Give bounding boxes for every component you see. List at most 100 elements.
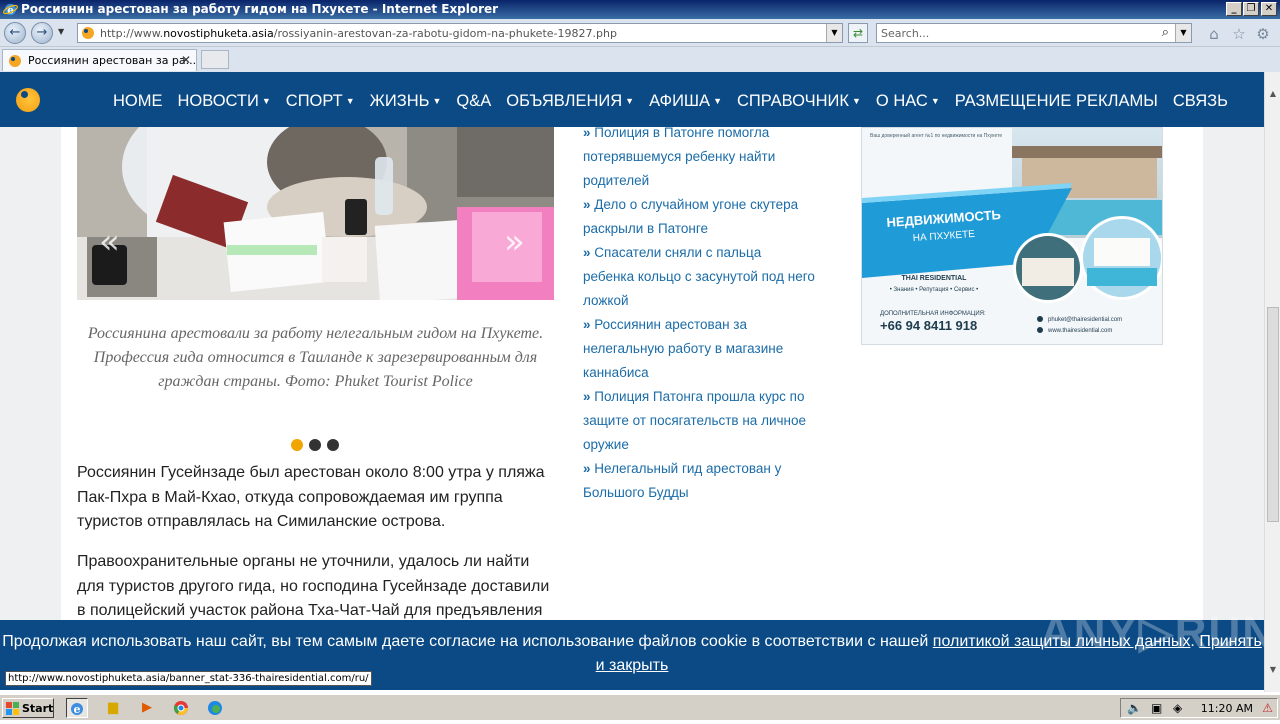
chevron-down-icon: ▼ — [930, 96, 940, 106]
window-title-bar: e Россиянин арестован за работу гидом на… — [0, 0, 1280, 19]
chevron-down-icon: ▼ — [432, 96, 442, 106]
nav-item-6[interactable]: АФИША ▼ — [649, 92, 722, 111]
site-logo[interactable] — [16, 88, 40, 112]
clock: 11:20 AM — [1200, 702, 1253, 715]
ad-banner[interactable]: НЕДВИЖИМОСТЬ НА ПХУКЕТЕ Ваш доверенный а… — [861, 127, 1163, 345]
scrollbar-thumb[interactable] — [1267, 307, 1279, 522]
nav-item-7[interactable]: СПРАВОЧНИК ▼ — [737, 92, 861, 111]
start-button[interactable]: Start — [2, 698, 54, 718]
nav-item-label: HOME — [113, 92, 163, 110]
chevron-down-icon: ▼ — [625, 96, 635, 106]
related-link[interactable]: Полиция Патонга прошла курс по защите от… — [583, 385, 815, 457]
nav-item-label: РАЗМЕЩЕНИЕ РЕКЛАМЫ — [954, 92, 1158, 110]
nav-item-5[interactable]: ОБЪЯВЛЕНИЯ ▼ — [506, 92, 634, 111]
nav-item-label: НОВОСТИ — [177, 92, 259, 110]
related-link[interactable]: Нелегальный гид арестован у Большого Буд… — [583, 457, 815, 505]
site-favicon — [82, 27, 94, 39]
taskbar-media-player-icon[interactable]: ▶ — [136, 698, 158, 718]
volume-icon[interactable]: 🔈 — [1127, 701, 1142, 715]
photo-illustration — [77, 127, 554, 300]
refresh-icon: ⇄ — [852, 26, 864, 40]
security-icon[interactable]: ◈ — [1173, 701, 1182, 715]
nav-item-label: Q&A — [456, 92, 492, 110]
chevron-down-icon: ▼ — [713, 96, 722, 106]
close-window-button[interactable]: ✕ — [1261, 2, 1277, 16]
photo-caption: Россиянина арестовали за работу нелегаль… — [87, 325, 544, 390]
back-button[interactable]: ← — [4, 22, 26, 44]
chevron-down-icon: ▼ — [851, 96, 861, 106]
svg-text:phuket@thairesidential.com: phuket@thairesidential.com — [1048, 317, 1122, 323]
taskbar-chrome-icon[interactable] — [170, 698, 192, 718]
nav-item-label: АФИША — [649, 92, 711, 110]
minimize-button[interactable]: _ — [1226, 2, 1242, 16]
windows-logo-icon — [6, 702, 19, 715]
start-label: Start — [22, 702, 54, 715]
address-dropdown-icon[interactable]: ▼ — [826, 24, 842, 42]
search-placeholder: Search... — [881, 27, 930, 40]
address-bar[interactable]: http://www.novostiphuketa.asia/rossiyani… — [77, 23, 843, 43]
taskbar-edge-icon[interactable] — [204, 698, 226, 718]
tab-label: Россиянин арестован за ра... — [28, 54, 197, 67]
history-dropdown-icon[interactable]: ▼ — [58, 27, 64, 36]
nav-item-label: СПРАВОЧНИК — [736, 92, 849, 110]
search-icon[interactable]: ⌕ — [1162, 25, 1169, 40]
svg-text:+66 94 8411 918: +66 94 8411 918 — [880, 318, 977, 333]
nav-item-2[interactable]: СПОРТ ▼ — [286, 92, 355, 111]
nav-item-label: ЖИЗНЬ — [369, 92, 430, 110]
tab-active[interactable]: Россиянин арестован за ра... ✕ — [2, 49, 197, 71]
tab-close-icon[interactable]: ✕ — [181, 53, 191, 67]
nav-item-3[interactable]: ЖИЗНЬ ▼ — [370, 92, 442, 111]
taskbar-ie-icon[interactable]: e — [66, 698, 88, 718]
home-icon[interactable]: ⌂ — [1205, 25, 1223, 43]
status-url: http://www.novostiphuketa.asia/banner_st… — [5, 671, 372, 686]
main-menu: HOME НОВОСТИ ▼ СПОРТ ▼ ЖИЗНЬ ▼ Q&A ОБЪЯВЛЕНИЯ ▼ АФ… — [113, 91, 1243, 111]
back-arrow-icon: ← — [9, 25, 21, 40]
forward-arrow-icon: → — [36, 25, 48, 40]
favorites-star-icon[interactable]: ☆ — [1230, 25, 1248, 43]
system-tray: 🔈 ▣ ◈ 11:20 AM ⚠ — [1120, 698, 1278, 718]
nav-item-label: СПОРТ — [285, 92, 343, 110]
vertical-scrollbar[interactable]: ▲ ▼ — [1264, 72, 1280, 692]
scroll-up-icon[interactable]: ▲ — [1265, 86, 1280, 102]
svg-text:Ваш доверенный агент №1 по нед: Ваш доверенный агент №1 по недвижимости … — [870, 132, 1002, 139]
new-tab-button[interactable] — [201, 50, 229, 69]
related-link[interactable]: Россиянин арестован за нелегальную работ… — [583, 313, 815, 385]
svg-text:• Знания • Репутация • Сервис: • Знания • Репутация • Сервис • — [890, 287, 979, 293]
browser-toolbar: ← → ▼ http://www.novostiphuketa.asia/ros… — [0, 19, 1280, 47]
slider-prev-button[interactable]: « — [99, 222, 120, 262]
taskbar-explorer-icon[interactable]: ▆ — [102, 698, 124, 718]
network-icon[interactable]: ▣ — [1151, 701, 1162, 715]
nav-item-label: СВЯЗЬ — [1172, 92, 1228, 110]
warning-icon[interactable]: ⚠ — [1262, 701, 1273, 715]
nav-item-4[interactable]: Q&A — [456, 92, 491, 111]
nav-item-9[interactable]: РАЗМЕЩЕНИЕ РЕКЛАМЫ — [955, 92, 1158, 111]
ad-banner-graphic: НЕДВИЖИМОСТЬ НА ПХУКЕТЕ Ваш доверенный а… — [862, 128, 1162, 344]
nav-item-1[interactable]: НОВОСТИ ▼ — [178, 92, 271, 111]
chevron-down-icon: ▼ — [261, 96, 271, 106]
svg-text:e: e — [74, 703, 81, 716]
address-url[interactable]: http://www.novostiphuketa.asia/rossiyani… — [100, 27, 617, 40]
scroll-down-icon[interactable]: ▼ — [1265, 662, 1280, 678]
window-title: Россиянин арестован за работу гидом на П… — [21, 2, 499, 16]
nav-item-10[interactable]: СВЯЗЬ — [1173, 92, 1228, 111]
search-input[interactable]: Search... ⌕ ▼ — [876, 23, 1192, 43]
slider-dot[interactable] — [327, 439, 339, 451]
slider-next-button[interactable]: » — [504, 222, 525, 262]
settings-gear-icon[interactable]: ⚙ — [1254, 25, 1272, 43]
related-link[interactable]: Дело о случайном угоне скутера раскрыли … — [583, 193, 815, 241]
search-dropdown-icon[interactable]: ▼ — [1175, 24, 1191, 42]
slider-dot[interactable] — [291, 439, 303, 451]
tab-bar: Россиянин арестован за ра... ✕ — [0, 47, 1280, 72]
related-link[interactable]: Спасатели сняли с пальца ребенка кольцо … — [583, 241, 815, 313]
svg-text:ДОПОЛНИТЕЛЬНАЯ ИНФОРМАЦИЯ:: ДОПОЛНИТЕЛЬНАЯ ИНФОРМАЦИЯ: — [880, 311, 986, 317]
nav-item-0[interactable]: HOME — [113, 92, 163, 111]
related-link[interactable]: Полиция в Патонге помогла потерявшемуся … — [583, 121, 815, 193]
restore-button[interactable]: ❐ — [1243, 2, 1259, 16]
forward-button[interactable]: → — [31, 22, 53, 44]
tab-favicon — [9, 55, 21, 67]
compatibility-refresh-button[interactable]: ⇄ — [848, 23, 868, 43]
nav-item-8[interactable]: О НАС ▼ — [876, 92, 940, 111]
slider-dot[interactable] — [309, 439, 321, 451]
chevron-down-icon: ▼ — [345, 96, 355, 106]
nav-item-label: ОБЪЯВЛЕНИЯ — [506, 92, 623, 110]
